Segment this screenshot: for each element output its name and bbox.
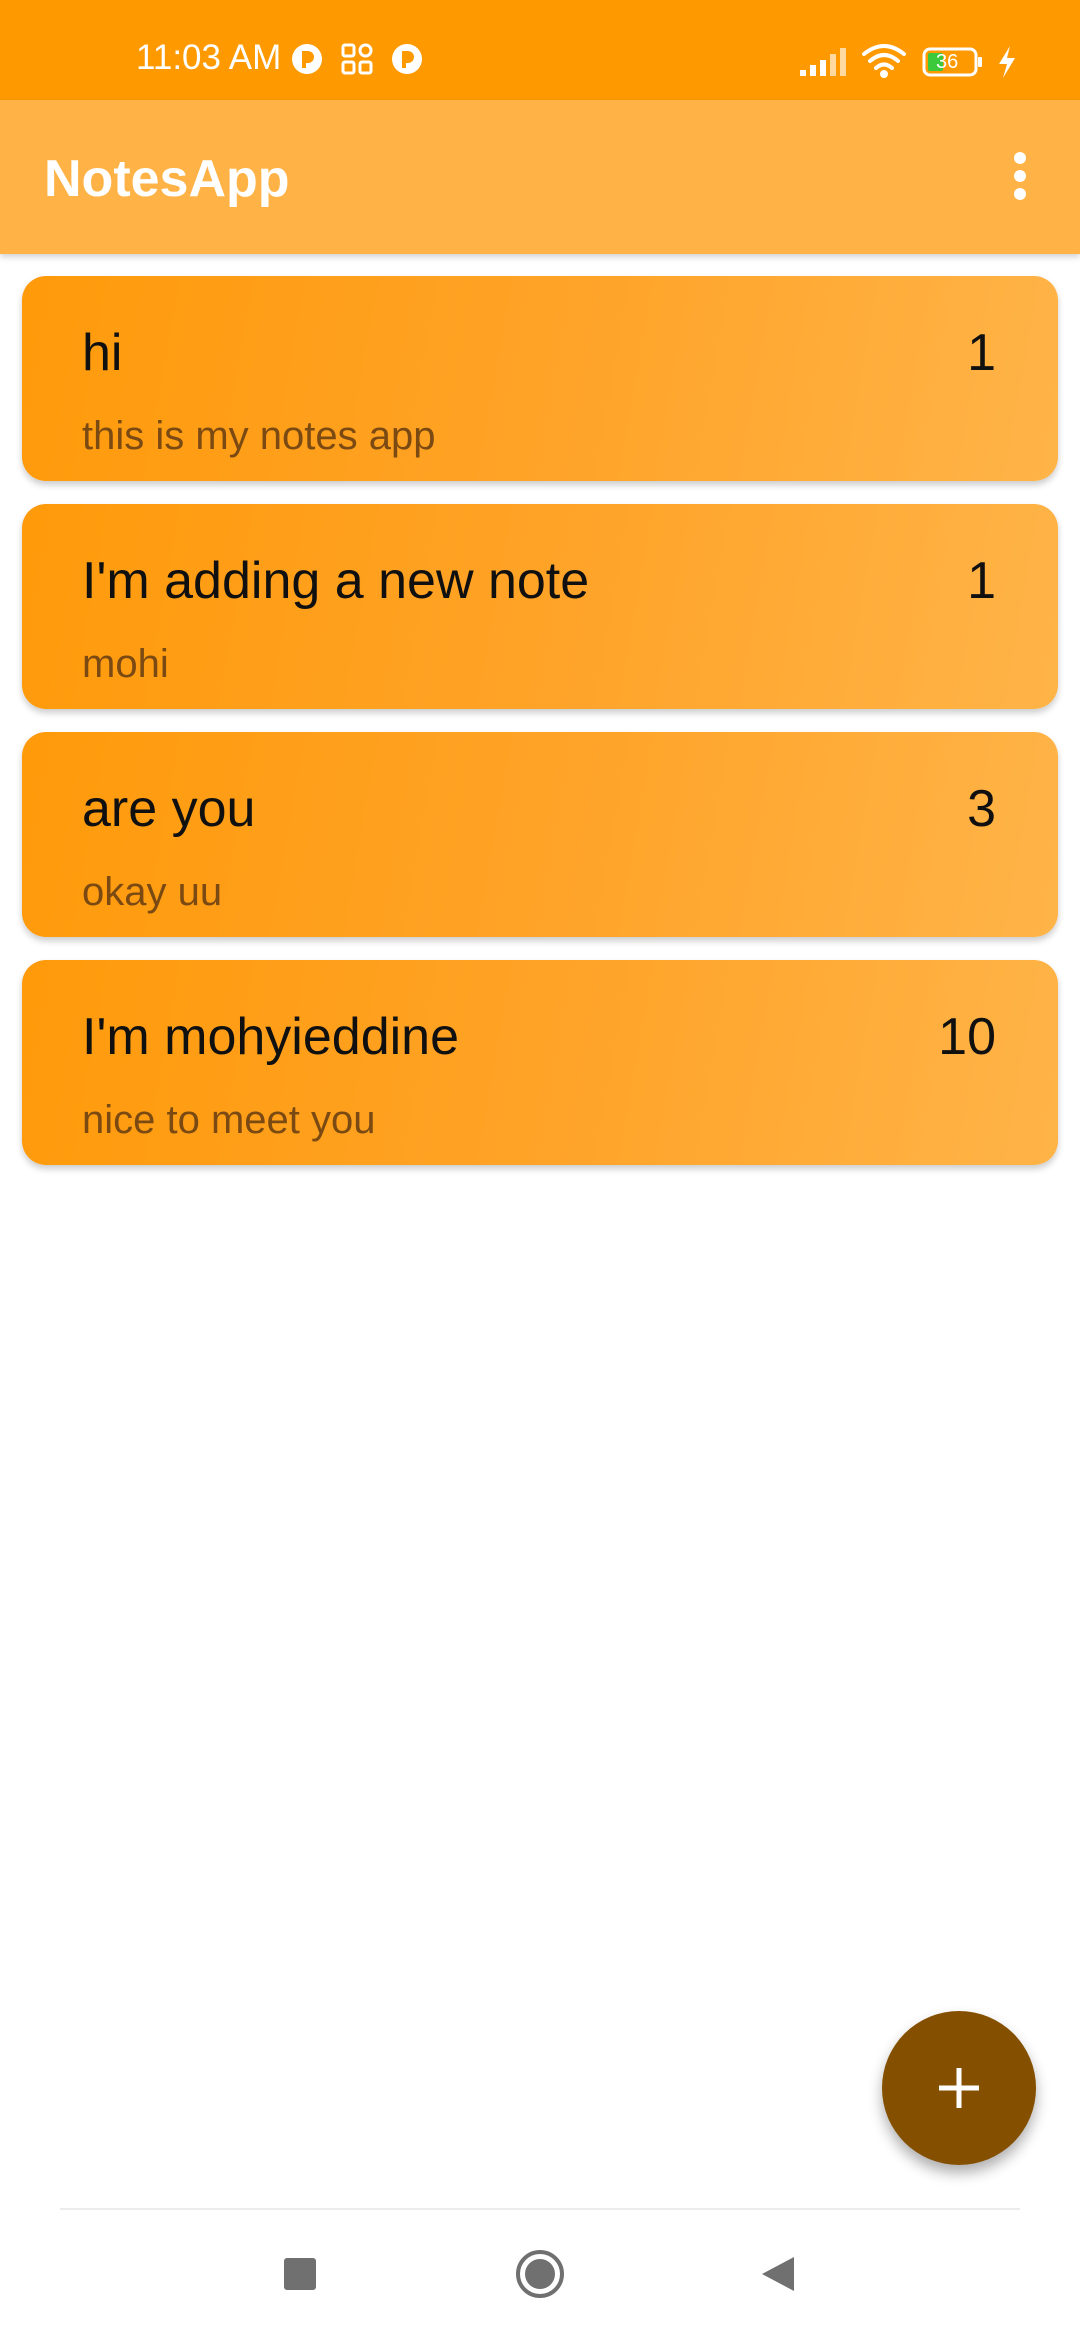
note-count: 3: [967, 780, 996, 838]
note-title: I'm adding a new note: [82, 552, 590, 610]
home-button[interactable]: [514, 2248, 566, 2300]
grid-apps-icon: [341, 43, 373, 75]
note-card[interactable]: I'm adding a new note 1 mohi: [22, 504, 1058, 709]
note-body: this is my notes app: [82, 414, 436, 458]
note-count: 1: [967, 552, 996, 610]
signal-icon: [800, 48, 846, 76]
note-count: 1: [967, 324, 996, 382]
home-circle-icon: [516, 2250, 564, 2298]
back-triangle-icon: [762, 2257, 794, 2291]
battery-level: 36: [936, 51, 959, 73]
plus-icon: [939, 2068, 979, 2108]
note-title: are you: [82, 780, 256, 838]
charging-icon: [999, 46, 1015, 78]
note-body: mohi: [82, 642, 169, 686]
note-card[interactable]: are you 3 okay uu: [22, 732, 1058, 937]
recents-square-icon: [284, 2258, 316, 2290]
status-bar: 11:03 AM 36: [0, 0, 1080, 100]
notes-screen: 11:03 AM 36 NotesApp hi 1 this is my not…: [0, 0, 1080, 2340]
nav-divider: [60, 2208, 1020, 2210]
note-body: nice to meet you: [82, 1098, 376, 1142]
recents-button[interactable]: [280, 2254, 320, 2294]
note-title: hi: [82, 324, 123, 382]
app-title: NotesApp: [44, 150, 290, 208]
note-card[interactable]: hi 1 this is my notes app: [22, 276, 1058, 481]
overflow-menu-button[interactable]: [998, 146, 1042, 212]
back-button[interactable]: [758, 2254, 798, 2294]
note-count: 10: [938, 1008, 996, 1066]
battery-icon: 36: [922, 46, 984, 78]
wifi-icon: [862, 44, 906, 78]
status-time: 11:03 AM: [136, 38, 282, 77]
note-card[interactable]: I'm mohyieddine 10 nice to meet you: [22, 960, 1058, 1165]
app-notification-icon: [292, 44, 322, 74]
app-notification-icon: [392, 44, 422, 74]
note-body: okay uu: [82, 870, 223, 914]
more-vertical-icon: [1014, 152, 1026, 200]
note-title: I'm mohyieddine: [82, 1008, 459, 1066]
add-note-button[interactable]: [882, 2011, 1036, 2165]
